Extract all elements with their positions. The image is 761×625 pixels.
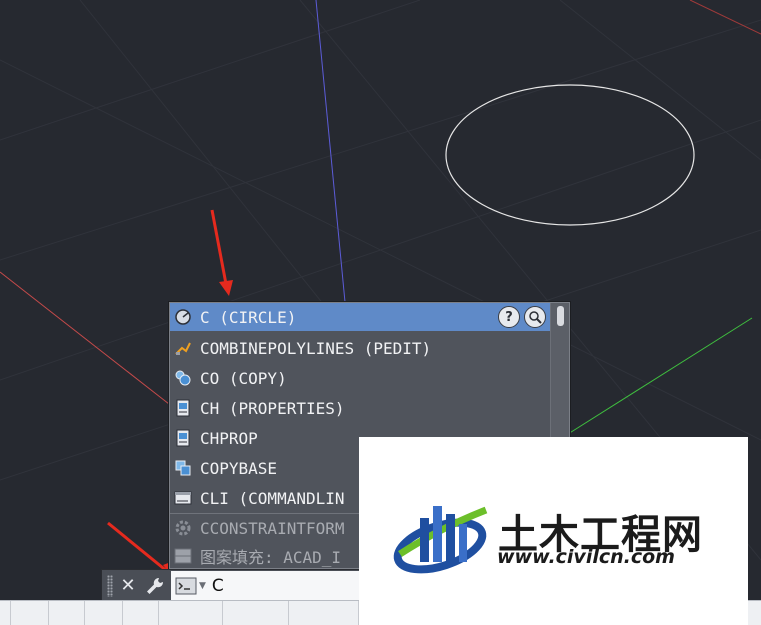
autocomplete-item-copy[interactable]: CO (COPY) xyxy=(170,363,550,393)
autocomplete-item-label: COMBINEPOLYLINES (PEDIT) xyxy=(200,338,432,358)
wrench-icon[interactable] xyxy=(144,575,166,597)
properties-icon xyxy=(176,399,190,417)
autocomplete-item-circle[interactable]: C (CIRCLE) ? xyxy=(170,303,550,331)
x-axis-line-far xyxy=(689,0,761,35)
autocomplete-item-label: CHPROP xyxy=(200,428,258,448)
autocomplete-item-label: C (CIRCLE) xyxy=(200,307,297,327)
status-cell[interactable] xyxy=(48,601,85,625)
command-line-bar: ✕ ▼ xyxy=(101,569,371,603)
autocomplete-item-combinepolylines[interactable]: COMBINEPOLYLINES (PEDIT) xyxy=(170,333,550,363)
annotation-arrow-top xyxy=(210,209,233,296)
chevron-down-icon[interactable]: ▼ xyxy=(199,581,206,591)
status-cell[interactable] xyxy=(10,601,49,625)
y-axis-line xyxy=(315,0,346,303)
z-axis-line xyxy=(567,317,753,435)
autocomplete-item-label: CLI (COMMANDLIN xyxy=(200,488,345,508)
command-input[interactable] xyxy=(211,576,362,596)
properties-icon xyxy=(176,429,190,447)
pencil-icon xyxy=(175,342,191,355)
autocad-window: C (CIRCLE) ? COMBINEPOLYLINES (PEDIT) CO… xyxy=(0,0,761,625)
drag-handle[interactable] xyxy=(107,575,113,597)
gear-icon xyxy=(175,520,191,536)
status-cell[interactable] xyxy=(158,601,223,625)
search-web-button[interactable] xyxy=(524,306,546,328)
scrollbar-thumb[interactable] xyxy=(557,306,564,326)
close-command-line-button[interactable]: ✕ xyxy=(118,574,138,598)
civilcn-logo-icon xyxy=(393,506,488,574)
autocomplete-item-label: CCONSTRAINTFORM xyxy=(200,518,345,538)
circle-icon xyxy=(175,309,191,325)
watermark-url-text: www.civilcn.com xyxy=(497,546,675,568)
autocomplete-item-properties[interactable]: CH (PROPERTIES) xyxy=(170,393,550,423)
autocomplete-item-label: CO (COPY) xyxy=(200,368,287,388)
hatch-icon xyxy=(174,548,192,564)
status-cell[interactable] xyxy=(222,601,289,625)
copybase-icon xyxy=(175,460,191,476)
autocomplete-item-label: COPYBASE xyxy=(200,458,278,478)
x-axis-line xyxy=(0,271,170,405)
globe-search-icon xyxy=(529,311,542,324)
help-icon: ? xyxy=(505,309,513,325)
commandline-icon xyxy=(174,491,192,505)
status-cell[interactable] xyxy=(122,601,159,625)
command-input-area[interactable]: ▼ xyxy=(171,571,368,601)
copy-icon xyxy=(175,370,191,386)
command-prompt-icon[interactable] xyxy=(175,577,197,595)
close-icon: ✕ xyxy=(120,575,136,596)
status-cell[interactable] xyxy=(84,601,123,625)
autocomplete-item-label: CH (PROPERTIES) xyxy=(200,398,345,418)
status-cell[interactable] xyxy=(288,601,359,625)
help-button[interactable]: ? xyxy=(498,306,520,328)
drawn-circle[interactable] xyxy=(445,84,695,226)
autocomplete-item-label: 图案填充: ACAD_I xyxy=(200,548,342,567)
